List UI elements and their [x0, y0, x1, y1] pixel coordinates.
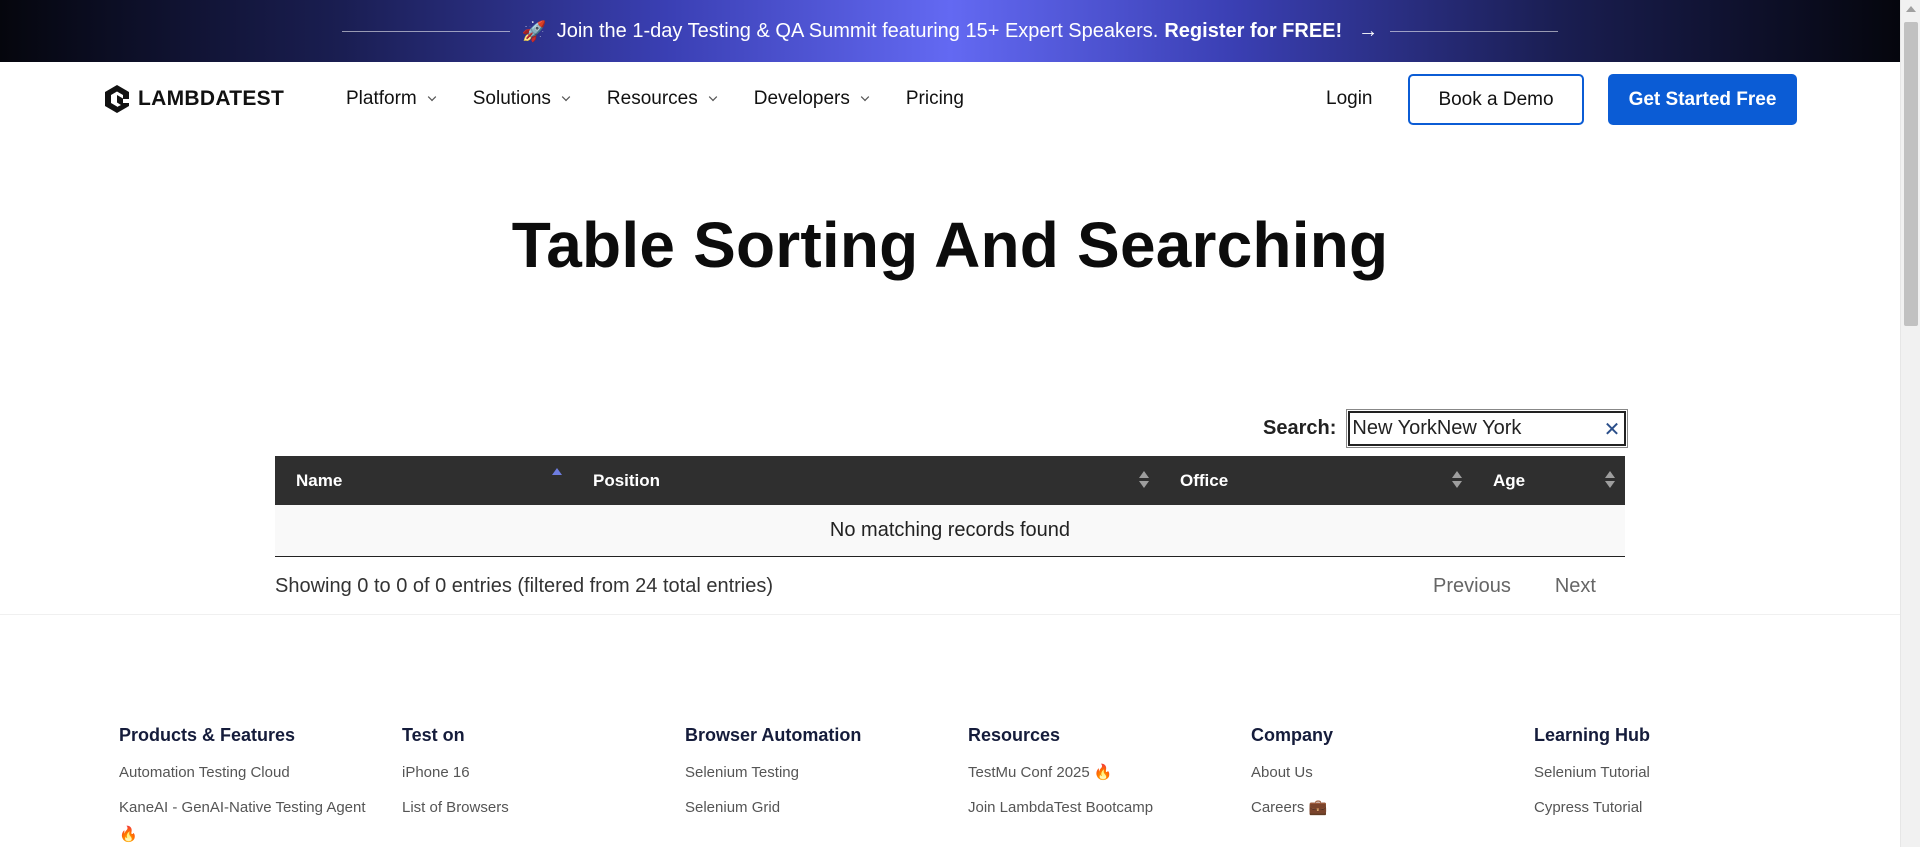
sort-icon: [552, 468, 562, 491]
footer-link[interactable]: Selenium Grid: [685, 799, 861, 817]
footer-link[interactable]: Careers 💼: [1251, 799, 1333, 817]
data-table: Name Position Office Age No matching rec…: [275, 456, 1625, 557]
nav-item-developers[interactable]: Developers: [754, 88, 870, 110]
footer-column-resources: Resources TestMu Conf 2025 🔥 Join Lambda…: [968, 725, 1153, 834]
pagination: Previous Next: [1433, 575, 1596, 598]
footer-column-test-on: Test on iPhone 16 List of Browsers: [402, 725, 509, 834]
nav-item-label: Resources: [606, 88, 698, 109]
nav-item-pricing[interactable]: Pricing: [906, 88, 964, 110]
footer-link[interactable]: Automation Testing Cloud: [119, 764, 369, 782]
sort-icon: [1452, 471, 1462, 491]
column-header-label: Position: [593, 470, 661, 490]
footer-heading: Products & Features: [119, 725, 296, 745]
clear-icon[interactable]: ✕: [1604, 417, 1621, 442]
column-header-office[interactable]: Office: [1159, 456, 1472, 505]
column-header-name[interactable]: Name: [275, 456, 572, 505]
nav-item-resources[interactable]: Resources: [607, 88, 718, 110]
footer-link[interactable]: iPhone 16: [402, 764, 509, 782]
nav-item-label: Developers: [753, 88, 850, 109]
footer-link[interactable]: Selenium Tutorial: [1534, 764, 1650, 782]
sort-icon: [1139, 471, 1149, 491]
page-scrollbar[interactable]: [1900, 0, 1920, 847]
footer-heading: Company: [1251, 725, 1334, 745]
scrollbar-thumb[interactable]: [1904, 22, 1918, 326]
column-header-label: Name: [296, 470, 343, 490]
nav-item-label: Solutions: [472, 88, 551, 109]
footer-link[interactable]: About Us: [1251, 764, 1333, 782]
register-link[interactable]: Register for FREE!: [1164, 20, 1342, 43]
footer-column-browser-automation: Browser Automation Selenium Testing Sele…: [685, 725, 861, 834]
footer-heading: Resources: [968, 725, 1061, 745]
login-link[interactable]: Login: [1326, 88, 1373, 110]
footer: Products & Features Automation Testing C…: [0, 614, 1900, 847]
footer-column-company: Company About Us Careers 💼: [1251, 725, 1333, 834]
search-input[interactable]: [1350, 413, 1625, 444]
arrow-right-icon: →: [1358, 19, 1379, 42]
main-nav: LAMBDATEST Platform Solutions Resources …: [0, 62, 1900, 138]
nav-links: Platform Solutions Resources Developers …: [346, 88, 1000, 110]
footer-link[interactable]: Cypress Tutorial: [1534, 799, 1650, 817]
table-header-row: Name Position Office Age: [275, 456, 1625, 505]
footer-link[interactable]: Join LambdaTest Bootcamp: [968, 799, 1153, 817]
lambdatest-logo-icon: [105, 85, 129, 113]
chevron-down-icon: [860, 92, 870, 102]
footer-heading: Browser Automation: [685, 725, 862, 745]
table-search: Search: ✕: [1263, 409, 1629, 448]
announcement-text: Join the 1-day Testing & QA Summit featu…: [556, 19, 1159, 42]
footer-column-products: Products & Features Automation Testing C…: [119, 725, 369, 847]
scroll-up-icon[interactable]: [1906, 6, 1916, 12]
sort-icon: [1605, 471, 1615, 491]
announcement-message[interactable]: 🚀 Join the 1-day Testing & QA Summit fea…: [522, 19, 1378, 44]
nav-item-label: Platform: [346, 88, 417, 109]
footer-link[interactable]: Selenium Testing: [685, 764, 861, 782]
announcement-divider-left: [341, 30, 510, 32]
previous-button[interactable]: Previous: [1433, 575, 1511, 598]
nav-item-solutions[interactable]: Solutions: [473, 88, 571, 110]
search-label: Search:: [1263, 417, 1337, 439]
rocket-icon: 🚀: [521, 20, 547, 43]
logo[interactable]: LAMBDATEST: [102, 83, 284, 115]
nav-item-label: Pricing: [905, 88, 964, 109]
footer-column-learning-hub: Learning Hub Selenium Tutorial Cypress T…: [1534, 725, 1650, 834]
footer-heading: Test on: [402, 725, 465, 745]
column-header-label: Age: [1493, 470, 1526, 490]
column-header-position[interactable]: Position: [572, 456, 1159, 505]
column-header-label: Office: [1180, 470, 1229, 490]
chevron-down-icon: [561, 92, 571, 102]
footer-link[interactable]: KaneAI - GenAI-Native Testing Agent 🔥: [119, 794, 369, 847]
footer-heading: Learning Hub: [1534, 725, 1650, 745]
table-info: Showing 0 to 0 of 0 entries (filtered fr…: [275, 575, 774, 597]
search-box[interactable]: ✕: [1346, 409, 1629, 448]
logo-text: LAMBDATEST: [138, 87, 285, 110]
table-row: No matching records found: [275, 505, 1625, 557]
footer-link[interactable]: List of Browsers: [402, 799, 509, 817]
announcement-divider-right: [1390, 30, 1559, 32]
column-header-age[interactable]: Age: [1472, 456, 1625, 505]
page-title: Table Sorting And Searching: [511, 209, 1389, 281]
chevron-down-icon: [708, 92, 717, 102]
chevron-down-icon: [427, 92, 436, 102]
get-started-button[interactable]: Get Started Free: [1608, 74, 1797, 125]
next-button[interactable]: Next: [1555, 575, 1596, 598]
nav-item-platform[interactable]: Platform: [346, 88, 437, 110]
announcement-bar[interactable]: 🚀 Join the 1-day Testing & QA Summit fea…: [0, 0, 1900, 62]
book-demo-button[interactable]: Book a Demo: [1408, 74, 1584, 125]
footer-link[interactable]: TestMu Conf 2025 🔥: [968, 764, 1153, 782]
empty-message: No matching records found: [275, 505, 1625, 557]
